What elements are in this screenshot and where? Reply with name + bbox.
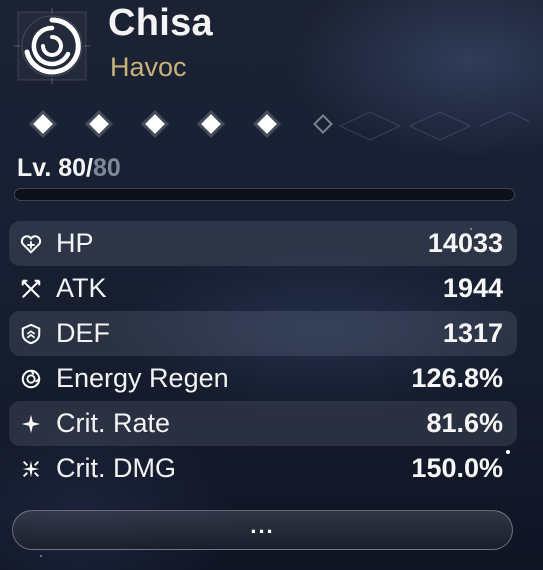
level-progress-bar xyxy=(14,188,515,201)
resonance-slot xyxy=(256,112,312,140)
stat-value: 14033 xyxy=(427,228,503,258)
stat-row-crit-dmg: Crit. DMG 150.0% xyxy=(9,446,517,491)
stat-value: 126.8% xyxy=(411,363,503,393)
star-sparkle xyxy=(40,555,42,557)
resonance-slot xyxy=(200,112,256,140)
resonance-diamond-filled-icon xyxy=(145,114,165,134)
atk-icon xyxy=(20,278,42,300)
stat-value: 81.6% xyxy=(426,408,503,438)
stat-row-hp: HP 14033 xyxy=(9,221,517,266)
stat-value: 1317 xyxy=(442,318,503,348)
crit-rate-icon xyxy=(20,413,42,435)
stat-label: ATK xyxy=(56,273,107,303)
stat-row-crit-rate: Crit. Rate 81.6% xyxy=(9,401,517,446)
level-current: Lv. 80/ xyxy=(17,154,93,182)
star-sparkle xyxy=(506,450,510,454)
havoc-spiral-icon xyxy=(14,8,90,84)
resonance-diamond-empty-icon xyxy=(313,114,333,134)
resonance-diamond-filled-icon xyxy=(201,114,221,134)
more-button[interactable]: ... xyxy=(12,510,513,550)
resonance-diamond-filled-icon xyxy=(33,114,53,134)
level-progress-fill xyxy=(15,189,514,200)
def-icon xyxy=(20,323,42,345)
stat-label: Energy Regen xyxy=(56,363,229,393)
stat-row-energy-regen: Energy Regen 126.8% xyxy=(9,356,517,401)
level-display: Lv. 80/80 xyxy=(17,154,121,183)
level-max: 80 xyxy=(92,154,121,182)
resonance-diamond-filled-icon xyxy=(89,114,109,134)
character-element: Havoc xyxy=(110,52,187,82)
resonance-slot xyxy=(32,112,88,140)
stat-label: DEF xyxy=(56,318,110,348)
stat-row-atk: ATK 1944 xyxy=(9,266,517,311)
stat-label: Crit. Rate xyxy=(56,408,171,438)
character-name: Chisa xyxy=(108,2,213,44)
resonance-chain xyxy=(32,112,368,140)
stat-value: 150.0% xyxy=(411,453,503,483)
more-button-label: ... xyxy=(250,513,275,538)
stat-row-def: DEF 1317 xyxy=(9,311,517,356)
star-sparkle xyxy=(470,228,472,230)
energy-regen-icon xyxy=(20,368,42,390)
hp-icon xyxy=(20,233,42,255)
stat-label: Crit. DMG xyxy=(56,453,176,483)
resonance-slot xyxy=(312,112,368,140)
stat-value: 1944 xyxy=(442,273,503,303)
crit-dmg-icon xyxy=(20,458,42,480)
resonance-slot xyxy=(144,112,200,140)
resonance-diamond-filled-icon xyxy=(257,114,277,134)
stat-list: HP 14033 ATK 1944 DEF 1317 Energy Regen 126.8% C… xyxy=(9,221,517,491)
stat-label: HP xyxy=(56,228,94,258)
resonance-slot xyxy=(88,112,144,140)
